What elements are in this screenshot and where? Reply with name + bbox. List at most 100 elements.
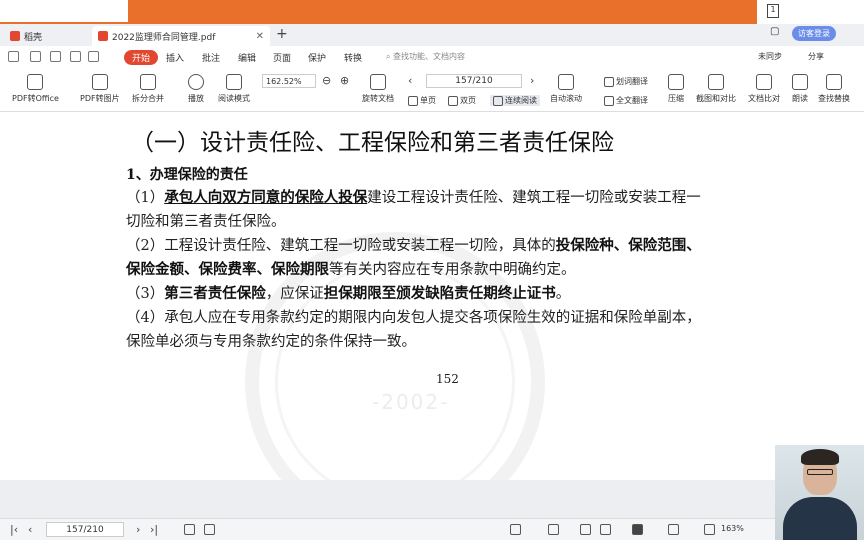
read-mode-icon	[226, 74, 242, 90]
continuous-read-label: 连续阅读	[505, 96, 537, 105]
visitor-login-button[interactable]: 访客登录	[792, 26, 836, 41]
para2-prefix: （2）工程设计责任险、建筑工程一切险或安装工程一切险，具体的	[126, 238, 556, 254]
top-left-panel	[0, 0, 128, 22]
page-indicator-icon[interactable]: 1	[767, 4, 779, 18]
single-page-icon	[408, 95, 418, 106]
paragraph-3: （3）第三者责任保险，应保证担保期限至颁发缺陷责任期终止证书。	[126, 282, 570, 306]
last-page-icon[interactable]: ›|	[150, 523, 158, 536]
continuous-read-button[interactable]: 连续阅读	[490, 95, 540, 106]
page-gap	[0, 480, 864, 518]
play-icon[interactable]	[632, 524, 643, 535]
pdf-to-image-button[interactable]: PDF转图片	[80, 74, 120, 104]
tab-docer[interactable]: 稻壳	[4, 26, 48, 46]
single-page-label: 单页	[420, 96, 436, 105]
redo-icon[interactable]	[88, 51, 99, 62]
double-page-icon[interactable]	[548, 524, 559, 535]
translate-icon	[604, 76, 614, 87]
tool-label: 文档比对	[748, 94, 780, 103]
read-mode-button[interactable]: 阅读模式	[218, 74, 250, 104]
close-icon[interactable]: ✕	[256, 31, 264, 42]
fit-width-icon[interactable]	[184, 524, 195, 535]
eye-icon[interactable]	[510, 524, 521, 535]
fit-icon[interactable]	[668, 524, 679, 535]
menu-convert[interactable]: 转换	[344, 51, 362, 64]
doc-compare-button[interactable]: 文档比对	[748, 74, 780, 104]
tab-pdf[interactable]: 2022监理师合同管理.pdf ✕	[92, 26, 270, 46]
next-page-icon[interactable]: ›	[530, 74, 534, 87]
status-page-input[interactable]: 157/210	[46, 522, 124, 537]
subheading: 1、办理保险的责任	[126, 167, 248, 183]
double-page-label: 双页	[460, 96, 476, 105]
translate-full-button[interactable]: 全文翻译	[604, 95, 648, 106]
menu-page[interactable]: 页面	[273, 51, 291, 64]
tab-bar: 稻壳 2022监理师合同管理.pdf ✕	[0, 24, 864, 46]
menu-start[interactable]: 开始	[124, 50, 159, 65]
zoom-in-icon[interactable]: ⊕	[340, 74, 349, 87]
pdf-file-icon	[98, 31, 108, 41]
actual-size-icon[interactable]	[704, 524, 715, 535]
pdf-to-office-button[interactable]: PDF转Office	[12, 74, 59, 104]
zoom-out-icon[interactable]: ⊖	[322, 74, 331, 87]
para3-emphasis-2: 担保期限至颁发缺陷责任期终止证书	[323, 285, 556, 302]
add-tab-icon[interactable]: +	[276, 26, 288, 42]
split-merge-icon	[140, 74, 156, 90]
find-replace-icon	[826, 74, 842, 90]
print-icon[interactable]	[50, 51, 61, 62]
page-input[interactable]: 157/210	[426, 74, 522, 88]
continuous-icon[interactable]	[600, 524, 611, 535]
zoom-select[interactable]: 162.52%	[262, 74, 316, 88]
zoom-value: 162.52%	[266, 76, 302, 86]
screenshot-compare-button[interactable]: 截图和对比	[696, 74, 736, 104]
tool-label: 压缩	[668, 94, 684, 103]
tool-label: 查找替换	[818, 94, 850, 103]
compress-icon	[668, 74, 684, 90]
para3-end: 。	[555, 286, 571, 302]
share-button[interactable]: 分享	[808, 51, 824, 62]
para1-rest: 建设工程设计责任险、建筑工程一切险或安装工程一	[367, 190, 701, 206]
presenter-hair	[801, 449, 839, 465]
menu-insert[interactable]: 插入	[166, 51, 184, 64]
paragraph-2-line2: 保险金额、保险费率、保险期限等有关内容应在专用条款中明确约定。	[126, 258, 576, 282]
page-number: 152	[436, 372, 459, 386]
double-page-icon	[448, 95, 458, 106]
sync-status[interactable]: 未同步	[758, 51, 782, 62]
tool-label: 拆分合并	[132, 94, 164, 103]
continuous-read-icon	[493, 95, 503, 106]
paragraph-4: （4）承包人应在专用条款约定的期限内向发包人提交各项保险生效的证据和保险单副本，	[126, 310, 701, 326]
find-replace-button[interactable]: 查找替换	[818, 74, 850, 104]
docer-icon	[10, 31, 20, 41]
auto-scroll-button[interactable]: 自动滚动	[550, 74, 582, 104]
para2-rest: 等有关内容应在专用条款中明确约定。	[329, 262, 576, 278]
save-icon[interactable]	[30, 51, 41, 62]
prev-page-icon[interactable]: ‹	[28, 523, 32, 536]
double-page-button[interactable]: 双页	[448, 95, 476, 106]
single-page-button[interactable]: 单页	[408, 95, 436, 106]
menu-edit[interactable]: 编辑	[238, 51, 256, 64]
compress-button[interactable]: 压缩	[668, 74, 684, 104]
undo-icon[interactable]	[70, 51, 81, 62]
tool-label: 自动滚动	[550, 94, 582, 103]
play-button[interactable]: 播放	[188, 74, 204, 104]
page-value: 157/210	[455, 76, 493, 86]
translate-full-icon	[604, 95, 614, 106]
menu-protect[interactable]: 保护	[308, 51, 326, 64]
presenter-glasses	[807, 469, 833, 475]
tool-label: 阅读模式	[218, 94, 250, 103]
read-aloud-button[interactable]: 朗读	[792, 74, 808, 104]
prev-page-icon[interactable]: ‹	[408, 74, 412, 87]
status-zoom[interactable]: 163%	[721, 524, 744, 533]
split-merge-button[interactable]: 拆分合并	[132, 74, 164, 104]
next-page-icon[interactable]: ›	[136, 523, 140, 536]
window-layout-icon[interactable]: ▢	[770, 26, 779, 37]
section-heading: （一）设计责任险、工程保险和第三者责任保险	[131, 130, 614, 156]
fit-page-icon[interactable]	[204, 524, 215, 535]
menu-annotate[interactable]: 批注	[202, 51, 220, 64]
menu-search[interactable]: ⌕ 查找功能、文档内容	[386, 51, 465, 62]
rotate-doc-button[interactable]: 旋转文档	[362, 74, 394, 104]
first-page-icon[interactable]: |‹	[10, 523, 18, 536]
menu-icon[interactable]	[8, 51, 19, 62]
single-page-icon[interactable]	[580, 524, 591, 535]
status-page-value: 157/210	[66, 524, 104, 535]
tool-label: 旋转文档	[362, 94, 394, 103]
translate-word-button[interactable]: 划词翻译	[604, 76, 648, 87]
